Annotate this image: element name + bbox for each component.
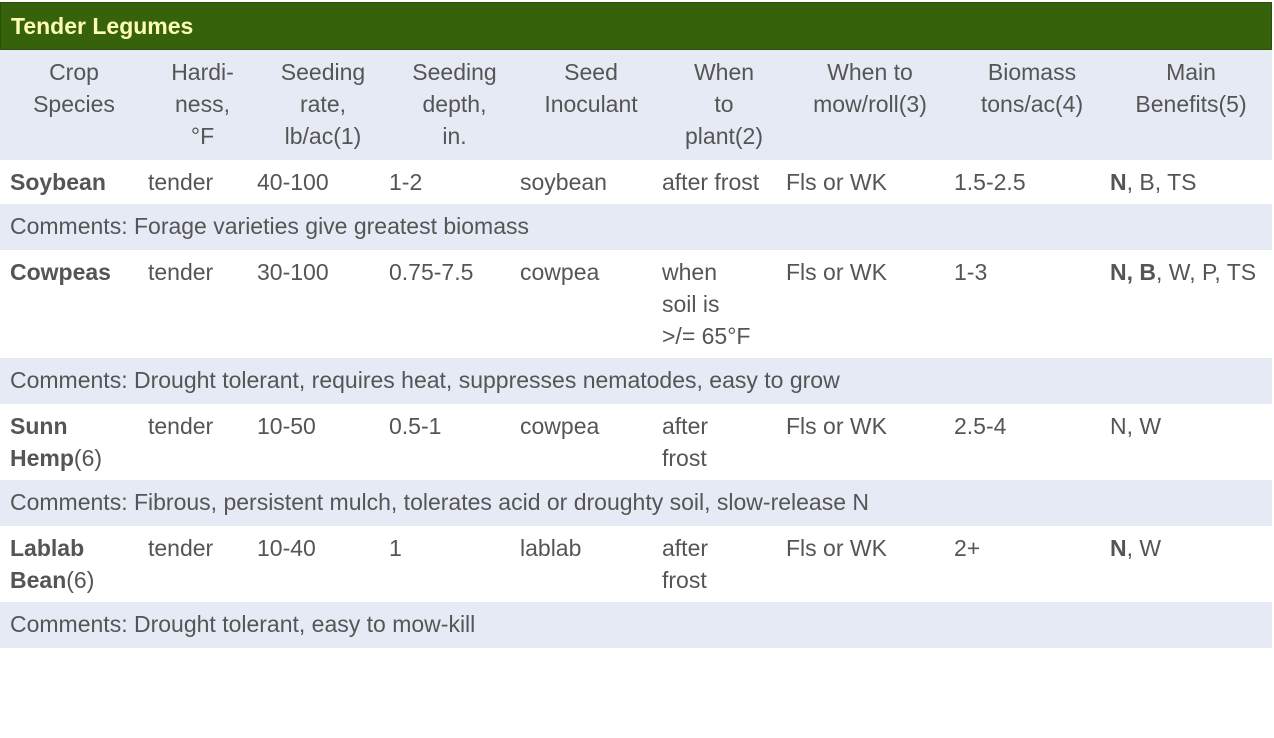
inoculant-cell: lablab bbox=[520, 535, 582, 561]
comment-cell: Comments: Fibrous, persistent mulch, tol… bbox=[10, 489, 870, 515]
depth-cell: 1 bbox=[389, 535, 402, 561]
mow-cell: Fls or WK bbox=[786, 169, 887, 195]
biomass-cell: 1.5-2.5 bbox=[954, 169, 1026, 195]
col-header-when-to-plant: When to plant(2) bbox=[685, 59, 763, 149]
comment-row-lablab-bean: Comments: Drought tolerant, easy to mow-… bbox=[0, 602, 1272, 648]
comment-cell: Comments: Forage varieties give greatest… bbox=[10, 213, 529, 239]
table-row-lablab-bean: Lablab Bean(6) tender 10-40 1 lablab aft… bbox=[0, 526, 1272, 602]
depth-cell: 1-2 bbox=[389, 169, 423, 195]
tender-legumes-table-container: Tender Legumes Crop Species Hardi-ness, °F… bbox=[0, 2, 1272, 648]
mow-cell: Fls or WK bbox=[786, 413, 887, 439]
comment-cell: Comments: Drought tolerant, requires hea… bbox=[10, 367, 840, 393]
comment-row-sunn-hemp: Comments: Fibrous, persistent mulch, tol… bbox=[0, 480, 1272, 526]
col-header-seeding-depth: Seeding depth, in. bbox=[412, 59, 497, 149]
plant-cell: when soil is >/= 65°F bbox=[662, 259, 751, 349]
rate-cell: 40-100 bbox=[257, 169, 329, 195]
plant-cell: after frost bbox=[662, 169, 760, 195]
col-header-crop-species: Crop Species bbox=[33, 59, 115, 117]
hardiness-cell: tender bbox=[148, 535, 214, 561]
table-row-sunn-hemp: Sunn Hemp(6) tender 10-50 0.5-1 cowpea a… bbox=[0, 404, 1272, 480]
biomass-cell: 2+ bbox=[954, 535, 981, 561]
hardiness-cell: tender bbox=[148, 259, 214, 285]
comment-row-soybean: Comments: Forage varieties give greatest… bbox=[0, 204, 1272, 250]
hardiness-cell: tender bbox=[148, 169, 214, 195]
col-header-biomass: Biomass tons/ac(4) bbox=[980, 59, 1084, 117]
mow-cell: Fls or WK bbox=[786, 259, 887, 285]
table-row-cowpeas: Cowpeas tender 30-100 0.75-7.5 cowpea wh… bbox=[0, 250, 1272, 358]
mow-cell: Fls or WK bbox=[786, 535, 887, 561]
col-header-seeding-rate: Seeding rate, lb/ac(1) bbox=[280, 59, 366, 149]
benefits-cell: N, B, W, P, TS bbox=[1110, 259, 1257, 285]
crop-cell: Lablab Bean(6) bbox=[10, 535, 95, 593]
rate-cell: 10-50 bbox=[257, 413, 316, 439]
header-row: Crop Species Hardi-ness, °F Seeding rate, lb… bbox=[0, 50, 1272, 160]
benefits-cell: N, B, TS bbox=[1110, 169, 1197, 195]
table-row-soybean: Soybean tender 40-100 1-2 soybean after … bbox=[0, 160, 1272, 204]
inoculant-cell: cowpea bbox=[520, 259, 600, 285]
benefits-cell: N, W bbox=[1110, 535, 1162, 561]
depth-cell: 0.5-1 bbox=[389, 413, 442, 439]
col-header-when-to-mow: When to mow/roll(3) bbox=[813, 59, 927, 117]
comment-row-cowpeas: Comments: Drought tolerant, requires hea… bbox=[0, 358, 1272, 404]
comment-cell: Comments: Drought tolerant, easy to mow-… bbox=[10, 611, 476, 637]
col-header-main-benefits: Main Benefits(5) bbox=[1135, 59, 1247, 117]
depth-cell: 0.75-7.5 bbox=[389, 259, 474, 285]
section-title: Tender Legumes bbox=[0, 2, 1272, 50]
benefits-cell: N, W bbox=[1110, 413, 1162, 439]
rate-cell: 30-100 bbox=[257, 259, 329, 285]
col-header-hardiness: Hardi-ness, °F bbox=[171, 59, 234, 149]
crop-cell: Cowpeas bbox=[10, 259, 111, 285]
plant-cell: after frost bbox=[662, 535, 709, 593]
inoculant-cell: cowpea bbox=[520, 413, 600, 439]
legumes-table: Crop Species Hardi-ness, °F Seeding rate, lb… bbox=[0, 50, 1272, 648]
crop-cell: Soybean bbox=[10, 169, 106, 195]
col-header-seed-inoculant: Seed Inoculant bbox=[544, 59, 638, 117]
inoculant-cell: soybean bbox=[520, 169, 607, 195]
biomass-cell: 1-3 bbox=[954, 259, 988, 285]
crop-cell: Sunn Hemp(6) bbox=[10, 413, 103, 471]
rate-cell: 10-40 bbox=[257, 535, 316, 561]
plant-cell: after frost bbox=[662, 413, 709, 471]
biomass-cell: 2.5-4 bbox=[954, 413, 1007, 439]
hardiness-cell: tender bbox=[148, 413, 214, 439]
